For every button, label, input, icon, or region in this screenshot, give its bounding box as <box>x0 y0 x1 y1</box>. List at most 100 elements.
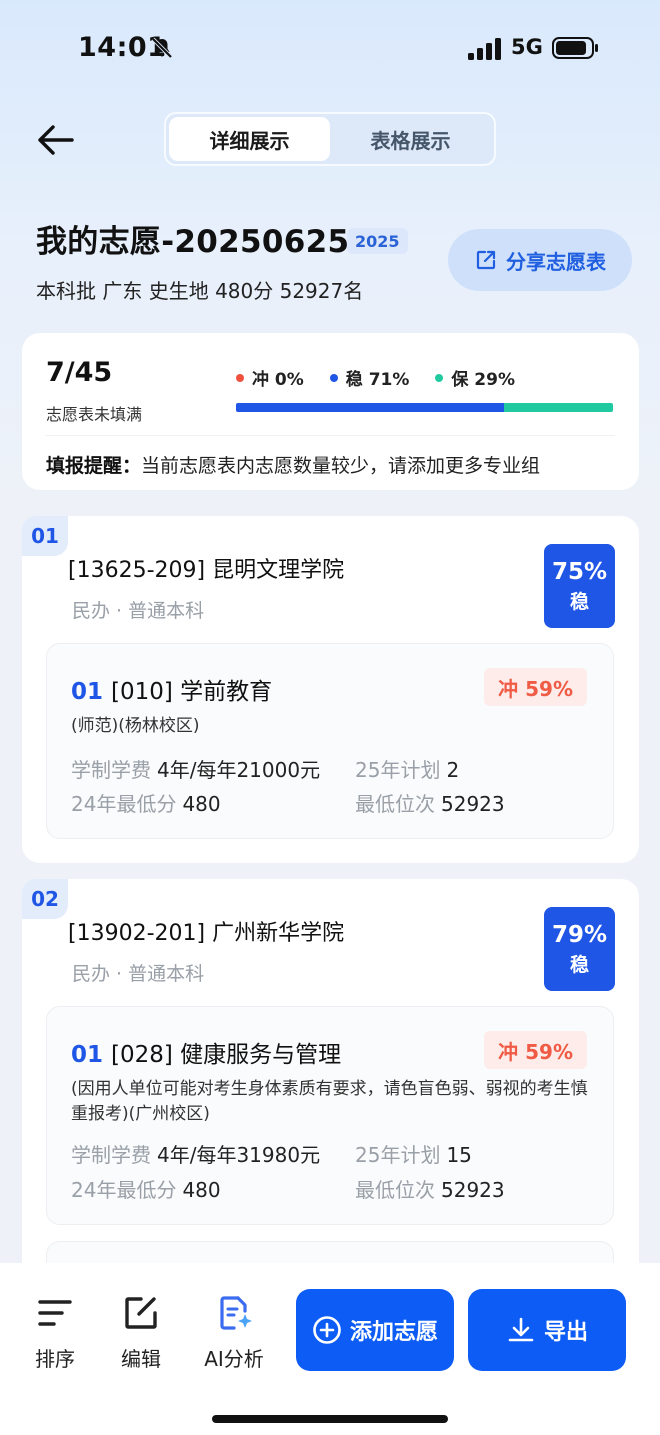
plan-quota-info: 25年计划 15 <box>355 1139 472 1168</box>
probability-level: 稳 <box>569 953 589 976</box>
probability-level: 稳 <box>569 590 589 613</box>
legend-item-chong: 冲 0% <box>236 365 304 390</box>
major-item[interactable]: 01 [028] 健康服务与管理 冲 59% (因用人单位可能对考生身体素质有要求… <box>46 1006 614 1225</box>
sort-button[interactable]: 排序 <box>15 1293 95 1372</box>
tab-table-view[interactable]: 表格展示 <box>330 117 491 161</box>
sort-icon <box>38 1300 72 1326</box>
info-label: 25年计划 <box>355 1143 441 1167</box>
major-remark: (师范)(杨林校区) <box>71 716 200 736</box>
info-label: 24年最低分 <box>71 1178 177 1202</box>
major-remark: (因用人单位可能对考生身体素质有要求，请色盲色弱、弱视的考生慎重报考)(广州校区… <box>71 1079 588 1124</box>
add-preference-button[interactable]: 添加志愿 <box>296 1289 454 1371</box>
bar-segment-bao <box>503 403 613 412</box>
major-chance-badge: 冲 59% <box>484 668 587 706</box>
tuition-info: 学制学费 4年/每年21000元 <box>71 754 320 783</box>
card-index: 02 <box>22 879 68 919</box>
major-item[interactable]: 01 [010] 学前教育 冲 59% (师范)(杨林校区) 学制学费 4年/每年2… <box>46 643 614 839</box>
export-label: 导出 <box>543 1320 588 1345</box>
school-name: [13625-209] 昆明文理学院 <box>68 558 345 583</box>
admission-probability-badge: 75% 稳 <box>544 544 615 628</box>
ai-analysis-label: AI分析 <box>204 1347 264 1371</box>
min-score-info: 24年最低分 480 <box>71 1174 221 1203</box>
ai-analysis-button[interactable]: AI分析 <box>194 1293 274 1372</box>
fill-reminder: 填报提醒：当前志愿表内志愿数量较少，请添加更多专业组 <box>46 451 540 478</box>
school-meta: 民办 · 普通本科 <box>72 600 205 622</box>
legend-dot <box>435 373 444 382</box>
info-label: 25年计划 <box>355 758 441 782</box>
info-label: 最低位次 <box>355 792 435 816</box>
edit-button[interactable]: 编辑 <box>101 1293 181 1372</box>
legend-item-wen: 稳 71% <box>329 365 410 390</box>
bell-muted-icon <box>151 37 173 59</box>
legend-dot <box>236 373 244 382</box>
info-value: 4年/每年21000元 <box>157 758 321 782</box>
info-value: 480 <box>182 792 221 816</box>
reminder-label: 填报提醒： <box>46 455 142 477</box>
admission-probability-badge: 79% 稳 <box>544 907 615 991</box>
plan-quota-info: 25年计划 2 <box>355 754 459 783</box>
school-card[interactable]: 01 [13625-209] 昆明文理学院 民办 · 普通本科 75% 稳 01… <box>22 516 639 863</box>
major-title: 01 [010] 学前教育 <box>71 672 272 706</box>
plan-subtitle: 本科批 广东 史生地 480分 52927名 <box>36 279 364 303</box>
school-name: [13902-201] 广州新华学院 <box>68 921 345 946</box>
share-icon <box>476 250 496 270</box>
major-name: [010] 学前教育 <box>111 679 273 705</box>
reminder-text: 当前志愿表内志愿数量较少，请添加更多专业组 <box>141 455 541 477</box>
share-plan-button[interactable]: 分享志愿表 <box>448 229 632 291</box>
ai-document-icon <box>220 1296 252 1330</box>
probability-percent: 75% <box>551 558 608 585</box>
signal-icon <box>468 38 501 60</box>
divider <box>46 435 615 436</box>
info-value: 52923 <box>441 1178 505 1202</box>
edit-label: 编辑 <box>121 1347 161 1371</box>
tab-detail-view[interactable]: 详细展示 <box>169 117 330 161</box>
bottom-action-bar: 排序 编辑 AI分析 添加志愿 导出 <box>0 1263 660 1435</box>
major-name: [028] 健康服务与管理 <box>111 1042 342 1068</box>
major-title: 01 [028] 健康服务与管理 <box>71 1035 341 1069</box>
school-card[interactable]: 02 [13902-201] 广州新华学院 民办 · 普通本科 79% 稳 01… <box>22 879 639 1321</box>
add-circle-icon <box>313 1316 341 1344</box>
min-score-info: 24年最低分 480 <box>71 788 221 817</box>
card-index: 01 <box>22 516 68 556</box>
legend-dot <box>329 373 338 382</box>
info-label: 24年最低分 <box>71 792 177 816</box>
year-badge: 2025 <box>347 228 408 254</box>
filled-count: 7/45 <box>46 357 113 388</box>
edit-icon <box>125 1297 157 1329</box>
major-index: 01 <box>71 1042 104 1068</box>
min-rank-info: 最低位次 52923 <box>355 1174 505 1203</box>
major-chance-badge: 冲 59% <box>484 1031 587 1069</box>
battery-icon <box>552 37 598 59</box>
info-value: 480 <box>182 1178 221 1202</box>
tuition-info: 学制学费 4年/每年31980元 <box>71 1139 320 1168</box>
info-value: 4年/每年31980元 <box>157 1143 321 1167</box>
info-label: 最低位次 <box>355 1178 435 1202</box>
risk-legend: 冲 0% 稳 71% 保 29% <box>236 365 515 390</box>
status-bar: 14:01 5G <box>0 0 660 96</box>
info-value: 2 <box>446 758 460 782</box>
info-value: 15 <box>446 1143 472 1167</box>
download-icon <box>508 1317 534 1342</box>
school-meta: 民办 · 普通本科 <box>72 963 205 985</box>
legend-item-bao: 保 29% <box>435 365 515 390</box>
info-label: 学制学费 <box>71 1143 151 1167</box>
probability-percent: 79% <box>551 921 608 948</box>
plan-title: 我的志愿-20250625 <box>36 224 350 260</box>
risk-distribution-bar <box>236 403 613 412</box>
back-arrow-icon[interactable] <box>32 116 80 164</box>
add-preference-label: 添加志愿 <box>349 1320 438 1345</box>
export-button[interactable]: 导出 <box>468 1289 626 1371</box>
filled-status-note: 志愿表未填满 <box>46 405 143 424</box>
legend-label: 稳 71% <box>345 370 410 390</box>
info-value: 52923 <box>441 792 505 816</box>
share-plan-label: 分享志愿表 <box>506 249 606 274</box>
min-rank-info: 最低位次 52923 <box>355 788 505 817</box>
view-mode-switch: 详细展示 表格展示 <box>164 112 496 166</box>
legend-label: 保 29% <box>451 370 515 390</box>
legend-label: 冲 0% <box>252 370 304 390</box>
major-index: 01 <box>71 679 104 705</box>
home-indicator <box>212 1415 448 1423</box>
bar-segment-wen <box>236 403 504 412</box>
plan-summary-card: 7/45 志愿表未填满 冲 0% 稳 71% 保 29% 填报提醒：当前志愿表内… <box>22 333 639 490</box>
info-label: 学制学费 <box>71 758 151 782</box>
